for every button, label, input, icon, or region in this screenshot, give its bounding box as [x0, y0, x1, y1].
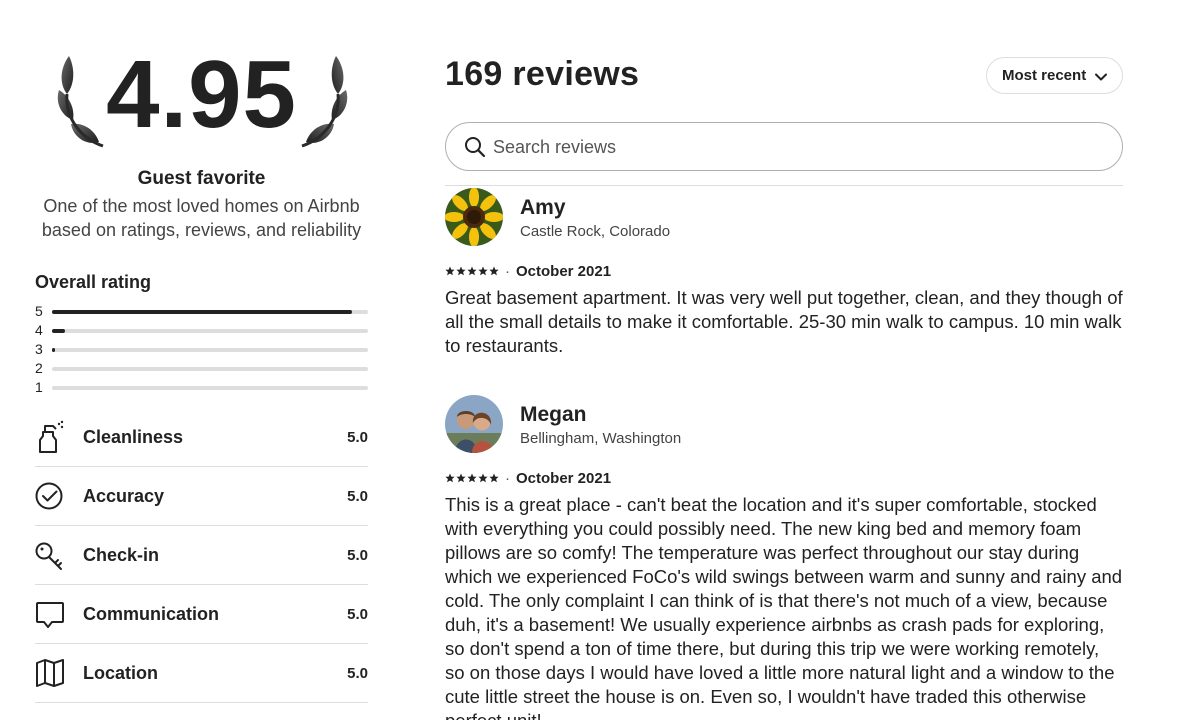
star-icon — [467, 266, 477, 276]
meta-separator: · — [505, 262, 510, 280]
category-row-cleanliness: Cleanliness 5.0 — [35, 408, 368, 467]
category-row-check-in: Check-in 5.0 — [35, 526, 368, 585]
star-icon — [445, 473, 455, 483]
key-icon — [35, 538, 65, 572]
star-icon — [467, 473, 477, 483]
review-date: October 2021 — [516, 469, 612, 487]
reviewer-location: Castle Rock, Colorado — [520, 223, 671, 240]
reviewer-location: Bellingham, Washington — [520, 430, 682, 447]
category-name: Accuracy — [83, 486, 165, 506]
meta-separator: · — [505, 469, 510, 487]
category-name: Location — [83, 663, 158, 683]
search-reviews-field[interactable] — [445, 122, 1123, 171]
avatar[interactable] — [445, 188, 503, 246]
rating-distribution: 5 4 3 2 1 — [35, 302, 368, 397]
rating-bar-fill — [52, 329, 65, 333]
rating-summary-panel: 4.95 Guest favorite One of the most love… — [35, 0, 368, 720]
category-name: Check-in — [83, 545, 160, 565]
category-ratings: Cleanliness 5.0 Accuracy 5.0 Check-in 5.0 Comm… — [35, 408, 368, 703]
guest-favorite-title: Guest favorite — [137, 168, 266, 189]
star-icon — [478, 473, 488, 483]
sort-dropdown[interactable]: Most recent — [986, 57, 1123, 94]
review-text: Great basement apartment. It was very we… — [445, 287, 1123, 356]
category-score: 5.0 — [347, 429, 368, 446]
reviews-count: 169 reviews — [445, 55, 640, 93]
rating-bar-row: 3 — [35, 340, 368, 359]
star-icon — [456, 266, 466, 276]
star-icon — [478, 266, 488, 276]
reviews-panel: 169 reviews Most recent Search reviews A… — [445, 0, 1123, 720]
laurel-right-icon — [301, 56, 348, 148]
rating-bar-label: 1 — [35, 379, 43, 395]
chat-bubble-icon — [35, 597, 65, 631]
star-rating — [445, 473, 499, 483]
spray-bottle-icon — [35, 420, 65, 454]
guest-favorite-desc-line1: One of the most loved homes on Airbnb — [43, 196, 360, 216]
check-circle-icon — [35, 479, 65, 513]
category-name: Cleanliness — [83, 427, 184, 447]
chevron-down-icon — [1095, 73, 1107, 81]
category-row-communication: Communication 5.0 — [35, 585, 368, 644]
guest-favorite-description: One of the most loved homes on Airbnb ba… — [35, 194, 368, 242]
reviewer-name[interactable]: Amy — [520, 196, 566, 220]
rating-bar-track — [52, 348, 368, 352]
map-icon — [35, 656, 65, 690]
review-date: October 2021 — [516, 262, 612, 280]
star-icon — [489, 473, 499, 483]
search-reviews-input[interactable] — [493, 133, 1093, 161]
rating-bar-label: 3 — [35, 341, 43, 357]
sort-label: Most recent — [1002, 67, 1087, 84]
star-icon — [489, 266, 499, 276]
category-score: 5.0 — [347, 606, 368, 623]
rating-bar-row: 5 — [35, 302, 368, 321]
rating-bar-fill — [52, 310, 353, 314]
rating-bar-label: 2 — [35, 360, 43, 376]
review-meta: · October 2021 — [445, 262, 611, 280]
sunflower-avatar-image — [445, 188, 503, 246]
rating-bar-track — [52, 367, 368, 371]
search-icon — [465, 137, 486, 158]
rating-bar-row: 4 — [35, 321, 368, 340]
guest-favorite-hero: 4.95 — [35, 40, 368, 150]
divider — [445, 185, 1123, 186]
category-score: 5.0 — [347, 547, 368, 564]
rating-bar-label: 4 — [35, 322, 43, 338]
guest-favorite-desc-line2: based on ratings, reviews, and reliabili… — [41, 220, 362, 240]
star-icon — [456, 473, 466, 483]
category-score: 5.0 — [347, 665, 368, 682]
rating-bar-fill — [52, 348, 56, 352]
rating-bar-row: 2 — [35, 359, 368, 378]
rating-bar-row: 1 — [35, 378, 368, 397]
rating-bar-track — [52, 310, 368, 314]
rating-bar-label: 5 — [35, 303, 43, 319]
category-name: Communication — [83, 604, 220, 624]
avatar[interactable] — [445, 395, 503, 453]
rating-bar-track — [52, 386, 368, 390]
rating-bar-track — [52, 329, 368, 333]
reviewer-name[interactable]: Megan — [520, 403, 587, 427]
star-rating — [445, 266, 499, 276]
star-icon — [445, 266, 455, 276]
couple-avatar-image — [445, 395, 503, 453]
review-meta: · October 2021 — [445, 469, 611, 487]
review-text: This is a great place - can't beat the l… — [445, 494, 1123, 720]
category-row-location: Location 5.0 — [35, 644, 368, 703]
overall-rating-title: Overall rating — [35, 272, 152, 292]
category-score: 5.0 — [347, 488, 368, 505]
category-row-accuracy: Accuracy 5.0 — [35, 467, 368, 526]
